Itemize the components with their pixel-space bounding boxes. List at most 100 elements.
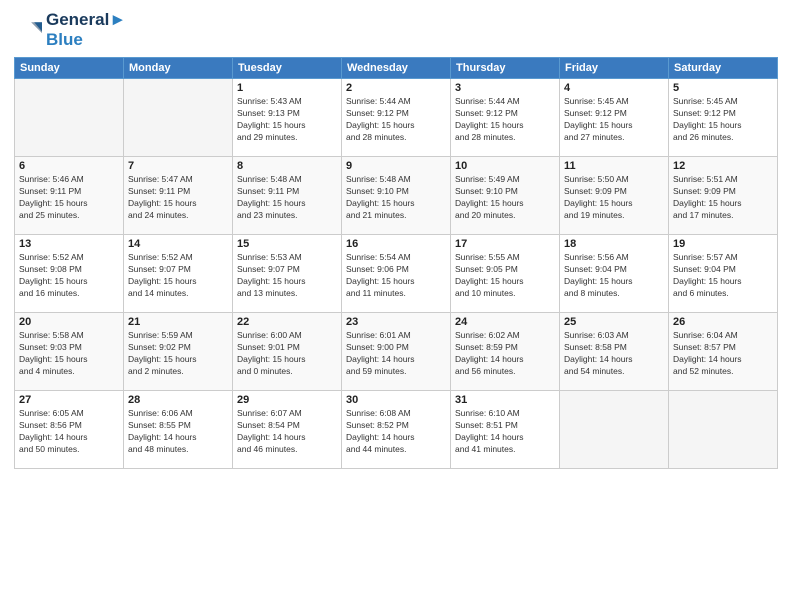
logo-icon <box>14 16 42 44</box>
day-info: Sunrise: 6:08 AM Sunset: 8:52 PM Dayligh… <box>346 408 446 456</box>
day-number: 12 <box>673 160 773 172</box>
day-info: Sunrise: 5:48 AM Sunset: 9:10 PM Dayligh… <box>346 174 446 222</box>
day-info: Sunrise: 5:48 AM Sunset: 9:11 PM Dayligh… <box>237 174 337 222</box>
logo: General► Blue <box>14 10 126 49</box>
day-info: Sunrise: 5:45 AM Sunset: 9:12 PM Dayligh… <box>673 96 773 144</box>
calendar-cell: 12 Sunrise: 5:51 AM Sunset: 9:09 PM Dayli… <box>669 157 778 235</box>
day-info: Sunrise: 6:10 AM Sunset: 8:51 PM Dayligh… <box>455 408 555 456</box>
day-info: Sunrise: 6:02 AM Sunset: 8:59 PM Dayligh… <box>455 330 555 378</box>
day-number: 2 <box>346 82 446 94</box>
day-number: 29 <box>237 394 337 406</box>
calendar-cell: 17 Sunrise: 5:55 AM Sunset: 9:05 PM Dayli… <box>451 235 560 313</box>
calendar-cell: 29 Sunrise: 6:07 AM Sunset: 8:54 PM Dayli… <box>233 391 342 469</box>
day-number: 7 <box>128 160 228 172</box>
day-number: 3 <box>455 82 555 94</box>
calendar-week-row: 13 Sunrise: 5:52 AM Sunset: 9:08 PM Dayli… <box>15 235 778 313</box>
day-number: 28 <box>128 394 228 406</box>
day-number: 24 <box>455 316 555 328</box>
day-info: Sunrise: 5:44 AM Sunset: 9:12 PM Dayligh… <box>346 96 446 144</box>
day-info: Sunrise: 6:00 AM Sunset: 9:01 PM Dayligh… <box>237 330 337 378</box>
calendar-cell <box>124 79 233 157</box>
day-number: 1 <box>237 82 337 94</box>
header-day: Sunday <box>15 58 124 79</box>
day-info: Sunrise: 5:58 AM Sunset: 9:03 PM Dayligh… <box>19 330 119 378</box>
day-info: Sunrise: 5:49 AM Sunset: 9:10 PM Dayligh… <box>455 174 555 222</box>
day-info: Sunrise: 5:44 AM Sunset: 9:12 PM Dayligh… <box>455 96 555 144</box>
day-info: Sunrise: 6:06 AM Sunset: 8:55 PM Dayligh… <box>128 408 228 456</box>
day-info: Sunrise: 5:46 AM Sunset: 9:11 PM Dayligh… <box>19 174 119 222</box>
day-number: 15 <box>237 238 337 250</box>
day-number: 23 <box>346 316 446 328</box>
day-number: 20 <box>19 316 119 328</box>
calendar-week-row: 6 Sunrise: 5:46 AM Sunset: 9:11 PM Daylig… <box>15 157 778 235</box>
header-day: Tuesday <box>233 58 342 79</box>
day-info: Sunrise: 6:01 AM Sunset: 9:00 PM Dayligh… <box>346 330 446 378</box>
calendar-cell: 5 Sunrise: 5:45 AM Sunset: 9:12 PM Daylig… <box>669 79 778 157</box>
day-number: 18 <box>564 238 664 250</box>
calendar-cell: 26 Sunrise: 6:04 AM Sunset: 8:57 PM Dayli… <box>669 313 778 391</box>
calendar-week-row: 20 Sunrise: 5:58 AM Sunset: 9:03 PM Dayli… <box>15 313 778 391</box>
day-info: Sunrise: 6:04 AM Sunset: 8:57 PM Dayligh… <box>673 330 773 378</box>
day-number: 14 <box>128 238 228 250</box>
day-number: 9 <box>346 160 446 172</box>
calendar-cell: 22 Sunrise: 6:00 AM Sunset: 9:01 PM Dayli… <box>233 313 342 391</box>
calendar-cell: 8 Sunrise: 5:48 AM Sunset: 9:11 PM Daylig… <box>233 157 342 235</box>
calendar-week-row: 27 Sunrise: 6:05 AM Sunset: 8:56 PM Dayli… <box>15 391 778 469</box>
day-info: Sunrise: 5:50 AM Sunset: 9:09 PM Dayligh… <box>564 174 664 222</box>
calendar-cell: 15 Sunrise: 5:53 AM Sunset: 9:07 PM Dayli… <box>233 235 342 313</box>
day-info: Sunrise: 5:52 AM Sunset: 9:07 PM Dayligh… <box>128 252 228 300</box>
day-number: 27 <box>19 394 119 406</box>
day-number: 8 <box>237 160 337 172</box>
day-number: 22 <box>237 316 337 328</box>
page: General► Blue SundayMondayTuesdayWednesd… <box>0 0 792 612</box>
calendar-cell: 1 Sunrise: 5:43 AM Sunset: 9:13 PM Daylig… <box>233 79 342 157</box>
calendar-cell: 13 Sunrise: 5:52 AM Sunset: 9:08 PM Dayli… <box>15 235 124 313</box>
day-info: Sunrise: 5:56 AM Sunset: 9:04 PM Dayligh… <box>564 252 664 300</box>
day-number: 17 <box>455 238 555 250</box>
calendar-cell: 25 Sunrise: 6:03 AM Sunset: 8:58 PM Dayli… <box>560 313 669 391</box>
calendar-cell: 18 Sunrise: 5:56 AM Sunset: 9:04 PM Dayli… <box>560 235 669 313</box>
day-info: Sunrise: 6:05 AM Sunset: 8:56 PM Dayligh… <box>19 408 119 456</box>
header-day: Monday <box>124 58 233 79</box>
header-day: Friday <box>560 58 669 79</box>
day-number: 21 <box>128 316 228 328</box>
day-info: Sunrise: 5:54 AM Sunset: 9:06 PM Dayligh… <box>346 252 446 300</box>
day-number: 6 <box>19 160 119 172</box>
calendar-cell: 7Sunrise: 5:47 AM Sunset: 9:11 PM Daylig… <box>124 157 233 235</box>
day-number: 19 <box>673 238 773 250</box>
header-day: Thursday <box>451 58 560 79</box>
logo-text: General► Blue <box>46 10 126 49</box>
day-number: 16 <box>346 238 446 250</box>
header-day: Saturday <box>669 58 778 79</box>
header: General► Blue <box>14 10 778 49</box>
day-number: 13 <box>19 238 119 250</box>
day-number: 25 <box>564 316 664 328</box>
calendar-cell: 21Sunrise: 5:59 AM Sunset: 9:02 PM Dayli… <box>124 313 233 391</box>
calendar-cell: 9 Sunrise: 5:48 AM Sunset: 9:10 PM Daylig… <box>342 157 451 235</box>
day-info: Sunrise: 5:53 AM Sunset: 9:07 PM Dayligh… <box>237 252 337 300</box>
day-info: Sunrise: 5:57 AM Sunset: 9:04 PM Dayligh… <box>673 252 773 300</box>
day-info: Sunrise: 5:55 AM Sunset: 9:05 PM Dayligh… <box>455 252 555 300</box>
calendar-cell <box>669 391 778 469</box>
calendar-cell: 14 Sunrise: 5:52 AM Sunset: 9:07 PM Dayli… <box>124 235 233 313</box>
calendar-cell: 28 Sunrise: 6:06 AM Sunset: 8:55 PM Dayli… <box>124 391 233 469</box>
calendar-cell: 19 Sunrise: 5:57 AM Sunset: 9:04 PM Dayli… <box>669 235 778 313</box>
day-number: 11 <box>564 160 664 172</box>
day-info: Sunrise: 5:43 AM Sunset: 9:13 PM Dayligh… <box>237 96 337 144</box>
calendar-cell: 30Sunrise: 6:08 AM Sunset: 8:52 PM Dayli… <box>342 391 451 469</box>
day-number: 26 <box>673 316 773 328</box>
calendar-cell: 2 Sunrise: 5:44 AM Sunset: 9:12 PM Daylig… <box>342 79 451 157</box>
calendar-cell: 24 Sunrise: 6:02 AM Sunset: 8:59 PM Dayli… <box>451 313 560 391</box>
calendar-cell: 20 Sunrise: 5:58 AM Sunset: 9:03 PM Dayli… <box>15 313 124 391</box>
day-number: 5 <box>673 82 773 94</box>
day-info: Sunrise: 5:45 AM Sunset: 9:12 PM Dayligh… <box>564 96 664 144</box>
calendar-week-row: 1 Sunrise: 5:43 AM Sunset: 9:13 PM Daylig… <box>15 79 778 157</box>
day-info: Sunrise: 5:51 AM Sunset: 9:09 PM Dayligh… <box>673 174 773 222</box>
calendar-cell: 3 Sunrise: 5:44 AM Sunset: 9:12 PM Daylig… <box>451 79 560 157</box>
day-info: Sunrise: 6:03 AM Sunset: 8:58 PM Dayligh… <box>564 330 664 378</box>
day-info: Sunrise: 6:07 AM Sunset: 8:54 PM Dayligh… <box>237 408 337 456</box>
calendar-cell: 31Sunrise: 6:10 AM Sunset: 8:51 PM Dayli… <box>451 391 560 469</box>
calendar-cell: 23 Sunrise: 6:01 AM Sunset: 9:00 PM Dayli… <box>342 313 451 391</box>
day-number: 10 <box>455 160 555 172</box>
day-info: Sunrise: 5:52 AM Sunset: 9:08 PM Dayligh… <box>19 252 119 300</box>
